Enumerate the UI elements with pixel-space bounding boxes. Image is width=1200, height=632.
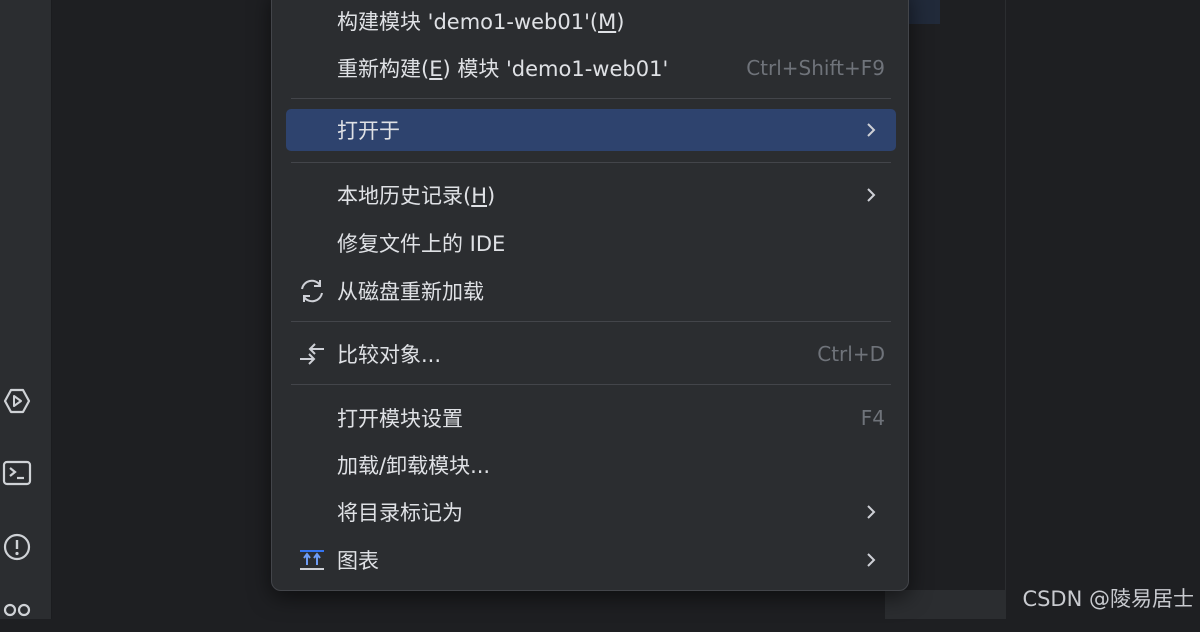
menu-item-shortcut: F4 [860, 406, 885, 430]
menu-item-repair-ide[interactable]: 修复文件上的 IDE [286, 222, 896, 264]
chevron-right-icon [864, 502, 878, 522]
menu-item-compare-with[interactable]: 比较对象... Ctrl+D [286, 333, 896, 375]
menu-item-mark-directory-as[interactable]: 将目录标记为 [286, 491, 896, 533]
watermark: CSDN @陵易居士 [1022, 587, 1194, 611]
menu-item-shortcut: Ctrl+D [817, 342, 885, 366]
menu-item-label: 加载/卸载模块... [337, 454, 491, 478]
menu-item-label: 打开于 [337, 119, 400, 143]
run-services-icon[interactable] [0, 384, 34, 418]
menu-item-local-history[interactable]: 本地历史记录(H) [286, 174, 896, 216]
menu-item-label: 重新构建(E) 模块 'demo1-web01' [337, 57, 669, 81]
menu-item-label: 从磁盘重新加载 [337, 280, 484, 304]
menu-separator [291, 384, 891, 385]
menu-separator [291, 98, 891, 99]
menu-item-label: 构建模块 'demo1-web01'(M) [337, 10, 625, 34]
chevron-right-icon [864, 120, 878, 140]
context-menu: 构建模块 'demo1-web01'(M) 重新构建(E) 模块 'demo1-… [271, 0, 909, 591]
menu-item-build-module[interactable]: 构建模块 'demo1-web01'(M) [286, 0, 896, 42]
right-panel [1005, 0, 1200, 619]
diagram-icon [296, 544, 328, 576]
terminal-icon[interactable] [0, 456, 34, 490]
menu-separator [291, 162, 891, 163]
menu-item-label: 修复文件上的 IDE [337, 232, 506, 256]
menu-item-load-unload-modules[interactable]: 加载/卸载模块... [286, 444, 896, 486]
menu-item-shortcut: Ctrl+Shift+F9 [746, 56, 885, 80]
menu-item-label: 本地历史记录(H) [337, 184, 496, 208]
menu-item-label: 比较对象... [337, 343, 442, 367]
menu-item-open-module-settings[interactable]: 打开模块设置 F4 [286, 397, 896, 439]
menu-item-label: 打开模块设置 [337, 407, 463, 431]
menu-item-label: 图表 [337, 549, 379, 573]
chevron-right-icon [864, 550, 878, 570]
git-icon[interactable] [0, 598, 34, 632]
menu-item-diagrams[interactable]: 图表 [286, 539, 896, 581]
menu-separator [291, 321, 891, 322]
menu-item-open-in[interactable]: 打开于 [286, 109, 896, 151]
menu-item-rebuild-module[interactable]: 重新构建(E) 模块 'demo1-web01' Ctrl+Shift+F9 [286, 47, 896, 89]
problems-icon[interactable] [0, 530, 34, 564]
compare-icon [296, 338, 328, 370]
chevron-right-icon [864, 185, 878, 205]
menu-item-label: 将目录标记为 [337, 501, 463, 525]
menu-item-reload-from-disk[interactable]: 从磁盘重新加载 [286, 270, 896, 312]
left-tool-strip [0, 0, 52, 619]
editor-gutter [885, 590, 1005, 619]
reload-icon [296, 275, 328, 307]
